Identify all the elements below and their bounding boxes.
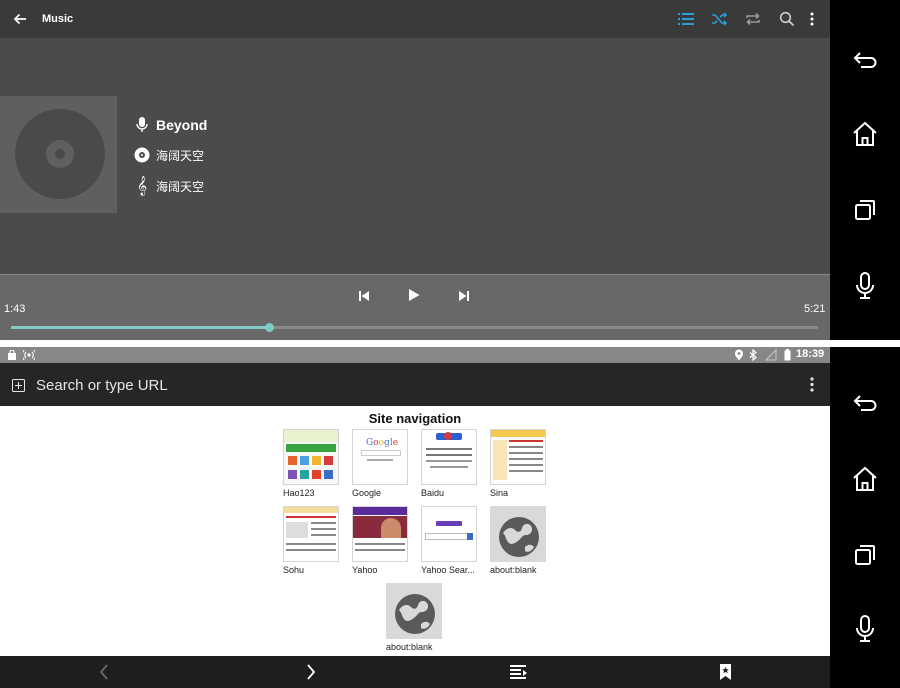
previous-track-icon[interactable]: [358, 289, 372, 303]
seek-bar[interactable]: [11, 323, 818, 332]
tile-yahoo-search[interactable]: Yahoo Sear...: [421, 506, 477, 575]
music-app: Music Beyond 海阔天空 𝄞 海阔天空 1:43 5:21: [0, 0, 830, 340]
recents-icon[interactable]: [830, 186, 900, 234]
tile-label: about:blank: [490, 565, 537, 575]
tile-label: about:blank: [386, 642, 433, 652]
recents-icon[interactable]: [830, 531, 900, 579]
site-navigation-title: Site navigation: [368, 411, 462, 426]
album-row: 海阔天空: [133, 146, 204, 164]
time-elapsed: 1:43: [4, 303, 26, 315]
system-navbar-top: [830, 0, 900, 340]
sohu-thumbnail: [283, 506, 339, 562]
yahoo-thumbnail: [352, 506, 408, 562]
notification-shop-icon: [7, 349, 17, 363]
tile-about-blank-1[interactable]: about:blank: [490, 506, 546, 575]
google-thumbnail: Google: [352, 429, 408, 485]
status-time: 18:39: [796, 348, 825, 360]
overflow-menu-icon[interactable]: [801, 8, 823, 30]
tile-about-blank-2[interactable]: about:blank: [386, 583, 442, 652]
mic-icon[interactable]: [830, 262, 900, 310]
home-icon[interactable]: [830, 110, 900, 158]
microphone-icon: [133, 116, 151, 134]
hotspot-icon: [21, 349, 37, 364]
hao123-thumbnail: [283, 429, 339, 485]
back-icon[interactable]: [830, 379, 900, 427]
globe-icon: [490, 506, 546, 562]
next-track-icon[interactable]: [458, 289, 472, 303]
tile-label: Hao123: [283, 488, 315, 498]
time-total: 5:21: [804, 303, 826, 315]
home-icon[interactable]: [830, 455, 900, 503]
battery-icon: [784, 349, 791, 364]
url-input[interactable]: Search or type URL: [36, 377, 168, 394]
seek-bar-progress: [11, 326, 270, 329]
album-disc-icon: [133, 146, 151, 164]
music-toolbar: Music: [0, 0, 830, 38]
tile-sohu[interactable]: Sohu: [283, 506, 339, 575]
browser-url-bar: Search or type URL: [0, 363, 830, 406]
mic-icon[interactable]: [830, 605, 900, 653]
yahoo-search-thumbnail: [421, 506, 477, 562]
tile-label: Google: [352, 488, 382, 498]
system-navbar-bottom: [830, 347, 900, 688]
play-icon[interactable]: [407, 288, 423, 304]
tile-yahoo[interactable]: Yahoo: [352, 506, 408, 575]
song-name: 海阔天空: [156, 179, 205, 194]
status-bar: 18:39: [0, 347, 830, 363]
screen-divider: [0, 340, 900, 347]
music-title: Music: [42, 13, 74, 25]
artist-name: Beyond: [156, 117, 208, 133]
browser-forward-icon[interactable]: [305, 663, 317, 686]
sina-thumbnail: [490, 429, 546, 485]
disc-icon: [15, 109, 105, 199]
song-row: 𝄞 海阔天空: [133, 176, 205, 196]
tile-baidu[interactable]: Baidu: [421, 429, 477, 498]
tile-label: Yahoo: [352, 565, 378, 575]
tile-label: Yahoo Sear...: [421, 565, 475, 575]
browser-menu-icon[interactable]: [810, 377, 814, 397]
site-info-icon[interactable]: [12, 379, 25, 397]
back-arrow-icon[interactable]: [9, 8, 31, 30]
bluetooth-icon: [749, 348, 758, 364]
bookmark-icon[interactable]: [719, 664, 732, 685]
tile-label: Baidu: [421, 488, 445, 498]
tile-sina[interactable]: Sina: [490, 429, 546, 498]
tile-label: Sohu: [283, 565, 305, 575]
back-icon[interactable]: [830, 36, 900, 84]
shuffle-icon[interactable]: [709, 8, 731, 30]
location-icon: [734, 349, 744, 364]
tabs-icon[interactable]: [510, 665, 528, 684]
artist-row: Beyond: [133, 116, 207, 134]
treble-clef-icon: 𝄞: [136, 176, 148, 196]
seek-bar-thumb[interactable]: [265, 323, 275, 332]
baidu-thumbnail: [421, 429, 477, 485]
tile-hao123[interactable]: Hao123: [283, 429, 339, 498]
tile-google[interactable]: Google Google: [352, 429, 408, 498]
album-name: 海阔天空: [156, 148, 205, 163]
playlist-icon[interactable]: [675, 8, 697, 30]
signal-icon: [764, 348, 777, 364]
tile-label: Sina: [490, 488, 509, 498]
browser-back-icon[interactable]: [98, 663, 110, 686]
search-icon[interactable]: [776, 8, 798, 30]
globe-icon: [386, 583, 442, 639]
browser-bottom-bar: [0, 656, 830, 688]
repeat-icon[interactable]: [742, 8, 764, 30]
playback-controls: 1:43 5:21: [0, 274, 830, 340]
album-art: [0, 96, 117, 213]
browser-content: Site navigation Hao123 Google Google Bai…: [0, 406, 830, 656]
